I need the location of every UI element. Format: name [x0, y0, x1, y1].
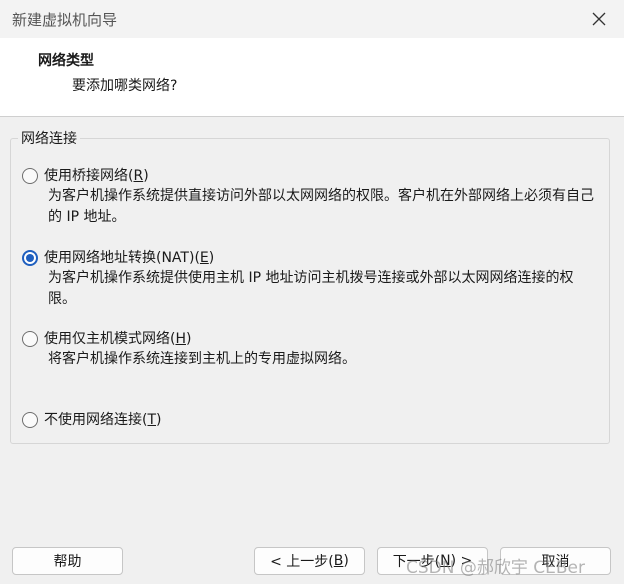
close-icon[interactable] [586, 6, 612, 32]
option-no-network-label[interactable]: 不使用网络连接(T) [44, 409, 162, 429]
option-host-only-desc: 将客户机操作系统连接到主机上的专用虚拟网络。 [48, 351, 356, 367]
help-button[interactable]: 帮助 [12, 547, 123, 575]
next-button[interactable]: 下一步(N) > [377, 547, 488, 575]
page-subtitle: 要添加哪类网络? [72, 78, 178, 94]
radio-nat[interactable] [22, 250, 38, 266]
option-bridged-label[interactable]: 使用桥接网络(R) [44, 165, 149, 185]
radio-bridged[interactable] [22, 168, 38, 184]
radio-no-network[interactable] [22, 412, 38, 428]
back-button[interactable]: < 上一步(B) [254, 547, 365, 575]
page-title: 网络类型 [38, 53, 94, 69]
window-title: 新建虚拟机向导 [12, 11, 118, 29]
title-bar: 新建虚拟机向导 [0, 0, 624, 38]
option-nat-desc: 为客户机操作系统提供使用主机 IP 地址访问主机拨号连接或外部以太网网络连接的权… [48, 270, 574, 307]
wizard-header: 网络类型 要添加哪类网络? [0, 38, 624, 117]
option-host-only-label[interactable]: 使用仅主机模式网络(H) [44, 328, 191, 348]
option-nat-label[interactable]: 使用网络地址转换(NAT)(E) [44, 247, 214, 267]
radio-host-only[interactable] [22, 331, 38, 347]
cancel-button[interactable]: 取消 [500, 547, 611, 575]
option-bridged-desc: 为客户机操作系统提供直接访问外部以太网网络的权限。客户机在外部网络上必须有自己的… [48, 188, 594, 225]
group-legend: 网络连接 [18, 128, 80, 148]
